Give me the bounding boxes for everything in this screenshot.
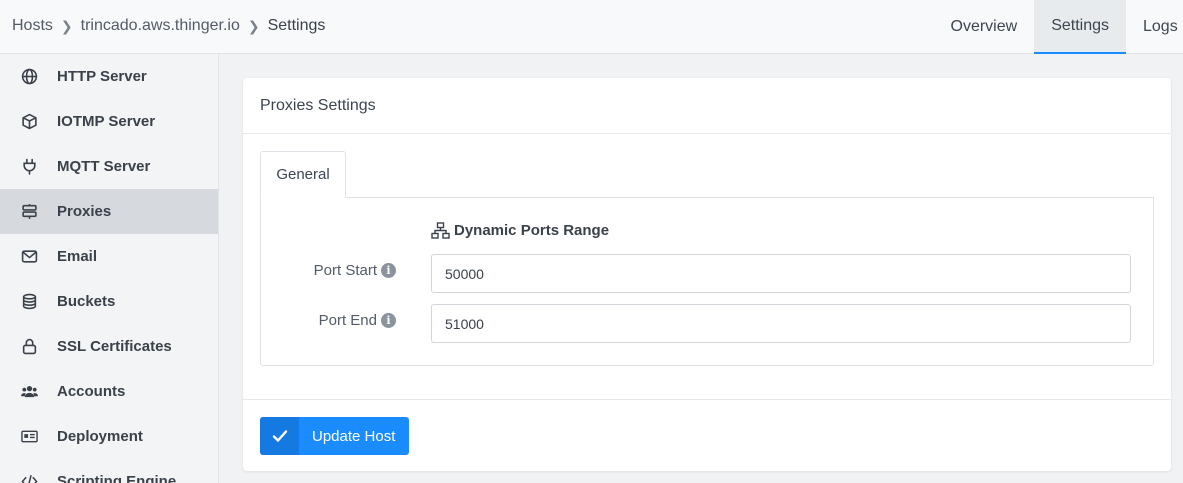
tab-overview[interactable]: Overview (934, 0, 1035, 54)
breadcrumb-current: Settings (267, 17, 326, 34)
lock-icon (20, 338, 38, 356)
sidebar-item-mqtt-server[interactable]: MQTT Server (0, 144, 218, 189)
sidebar-item-accounts[interactable]: Accounts (0, 369, 218, 414)
cube-icon (20, 113, 38, 131)
chevron-right-icon: ❯ (247, 17, 260, 34)
tab-general[interactable]: General (260, 151, 346, 198)
sitemap-icon (431, 222, 450, 239)
sidebar-item-proxies[interactable]: Proxies (0, 189, 218, 234)
sidebar-item-label: Buckets (57, 293, 116, 310)
globe-icon (20, 68, 38, 86)
proxies-settings-card: Proxies Settings General Dynamic Ports R… (243, 78, 1171, 471)
update-host-button[interactable]: Update Host (260, 417, 409, 455)
port-start-label: Port Start i (314, 262, 396, 279)
port-start-label-text: Port Start (313, 262, 377, 279)
info-icon[interactable]: i (381, 263, 396, 278)
tab-logs[interactable]: Logs (1126, 0, 1183, 54)
sidebar-item-label: HTTP Server (57, 68, 147, 85)
check-icon (260, 417, 299, 455)
breadcrumb-hosts[interactable]: Hosts (12, 17, 53, 35)
sidebar-item-label: Deployment (57, 428, 143, 445)
port-end-label-text: Port End (318, 312, 377, 329)
port-start-input[interactable] (431, 254, 1131, 293)
sidebar-item-iotmp-server[interactable]: IOTMP Server (0, 99, 218, 144)
sidebar-item-ssl-certificates[interactable]: SSL Certificates (0, 324, 218, 369)
update-host-label: Update Host (312, 427, 396, 445)
code-icon (20, 473, 38, 483)
sidebar-item-label: MQTT Server (57, 158, 151, 175)
id-card-icon (20, 428, 38, 446)
tab-settings[interactable]: Settings (1034, 0, 1126, 54)
port-end-input[interactable] (431, 304, 1131, 343)
signs-icon (20, 203, 38, 221)
group-title: Dynamic Ports Range (431, 222, 609, 239)
sidebar-item-http-server[interactable]: HTTP Server (0, 54, 218, 99)
database-icon (20, 293, 38, 311)
breadcrumb-host[interactable]: trincado.aws.thinger.io (81, 17, 240, 35)
users-icon (20, 383, 38, 401)
port-end-label: Port End i (319, 312, 396, 329)
sidebar-item-label: Proxies (57, 203, 112, 220)
sidebar-item-scripting-engine[interactable]: Scripting Engine (0, 459, 218, 483)
top-bar: Hosts ❯ trincado.aws.thinger.io ❯ Settin… (0, 0, 1183, 54)
sidebar-item-label: IOTMP Server (57, 113, 156, 130)
sidebar-item-email[interactable]: Email (0, 234, 218, 279)
card-footer: Update Host (243, 399, 1171, 471)
general-tab-panel: Dynamic Ports Range Port Start i Port En… (260, 197, 1154, 366)
info-icon[interactable]: i (381, 313, 396, 328)
card-title: Proxies Settings (243, 78, 1171, 134)
sidebar-item-label: Scripting Engine (57, 473, 177, 483)
sidebar-item-label: Accounts (57, 383, 126, 400)
envelope-icon (20, 248, 38, 266)
chevron-right-icon: ❯ (60, 17, 73, 34)
sidebar-item-buckets[interactable]: Buckets (0, 279, 218, 324)
breadcrumb: Hosts ❯ trincado.aws.thinger.io ❯ Settin… (12, 0, 325, 52)
sidebar-item-label: Email (57, 248, 98, 265)
top-tabs: Overview Settings Logs (934, 0, 1183, 54)
group-title-label: Dynamic Ports Range (454, 222, 610, 239)
sidebar-item-deployment[interactable]: Deployment (0, 414, 218, 459)
sidebar-item-label: SSL Certificates (57, 338, 172, 355)
plug-icon (20, 158, 38, 176)
sidebar: HTTP Server IOTMP Server MQTT Server Pro… (0, 54, 219, 483)
